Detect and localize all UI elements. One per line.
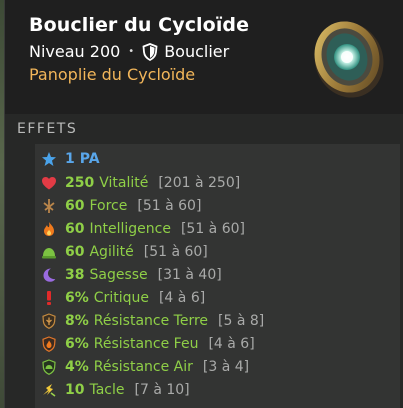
fire-resistance-icon: [41, 336, 57, 352]
tooltip-header: Bouclier du Cycloïde Niveau 200 • Boucli…: [5, 0, 403, 114]
effect-range: [3 à 4]: [202, 359, 250, 375]
item-tooltip: Bouclier du Cycloïde Niveau 200 • Boucli…: [4, 0, 403, 408]
strength-icon: [41, 198, 57, 214]
effect-row: 10 Tacle [7 à 10]: [35, 379, 190, 401]
item-level: Niveau 200: [29, 42, 121, 61]
effect-row: 6% Critique [4 à 6]: [35, 287, 205, 309]
effect-range: [4 à 6]: [208, 336, 255, 352]
wisdom-icon: [41, 267, 57, 283]
effect-value: 250: [65, 175, 95, 191]
tackle-icon: [41, 382, 57, 398]
item-meta: Niveau 200 • Bouclier: [29, 42, 229, 61]
critical-icon: [41, 290, 57, 306]
effects-list: 1 PA 250 Vitalité [201 à 250] 60 Force […: [35, 144, 400, 408]
effect-name: Résistance Terre: [93, 313, 209, 329]
effect-name: Force: [89, 198, 128, 214]
effect-row: 8% Résistance Terre [5 à 8]: [35, 310, 264, 332]
agility-icon: [41, 244, 57, 260]
effect-row: 60 Force [51 à 60]: [35, 195, 201, 217]
effect-row: 60 Intelligence [51 à 60]: [35, 218, 245, 240]
effect-row: 60 Agilité [51 à 60]: [35, 241, 208, 263]
meta-separator: •: [128, 46, 135, 57]
fire-icon: [41, 221, 57, 237]
effect-name: Critique: [93, 290, 149, 306]
shield-item-image: [307, 12, 387, 102]
effect-value: 60: [65, 221, 85, 237]
effect-range: [201 à 250]: [158, 175, 241, 191]
effect-name: PA: [79, 151, 100, 167]
effect-value: 6%: [65, 290, 89, 306]
shield-type-icon: [142, 42, 158, 61]
effect-range: [51 à 60]: [180, 221, 245, 237]
effect-range: [5 à 8]: [218, 313, 265, 329]
effect-name: Agilité: [89, 244, 134, 260]
effect-range: [51 à 60]: [143, 244, 208, 260]
effect-value: 8%: [65, 313, 89, 329]
effect-range: [7 à 10]: [134, 382, 190, 398]
effect-value: 60: [65, 198, 85, 214]
item-set-name[interactable]: Panoplie du Cycloïde: [29, 65, 195, 84]
effect-row: 4% Résistance Air [3 à 4]: [35, 356, 249, 378]
effect-range: [51 à 60]: [137, 198, 202, 214]
effect-name: Tacle: [89, 382, 125, 398]
effect-row: 38 Sagesse [31 à 40]: [35, 264, 222, 286]
effect-value: 1: [65, 151, 75, 167]
effect-value: 38: [65, 267, 85, 283]
item-type: Bouclier: [164, 42, 230, 61]
effect-name: Résistance Feu: [93, 336, 199, 352]
effect-name: Sagesse: [89, 267, 148, 283]
effect-name: Intelligence: [89, 221, 171, 237]
star-icon: [41, 151, 57, 167]
effect-value: 6%: [65, 336, 89, 352]
air-resistance-icon: [41, 359, 57, 375]
effect-range: [31 à 40]: [157, 267, 222, 283]
effect-name: Vitalité: [99, 175, 149, 191]
effect-row: 250 Vitalité [201 à 250]: [35, 172, 240, 194]
effect-value: 60: [65, 244, 85, 260]
effect-row: 1 PA: [35, 148, 110, 170]
item-name: Bouclier du Cycloïde: [29, 14, 250, 36]
heart-icon: [41, 175, 57, 191]
effect-value: 10: [65, 382, 85, 398]
effect-name: Résistance Air: [93, 359, 193, 375]
earth-resistance-icon: [41, 313, 57, 329]
effect-range: [4 à 6]: [158, 290, 206, 306]
effect-row: 6% Résistance Feu [4 à 6]: [35, 333, 255, 355]
effects-section-title: EFFETS: [17, 121, 78, 137]
effect-value: 4%: [65, 359, 89, 375]
